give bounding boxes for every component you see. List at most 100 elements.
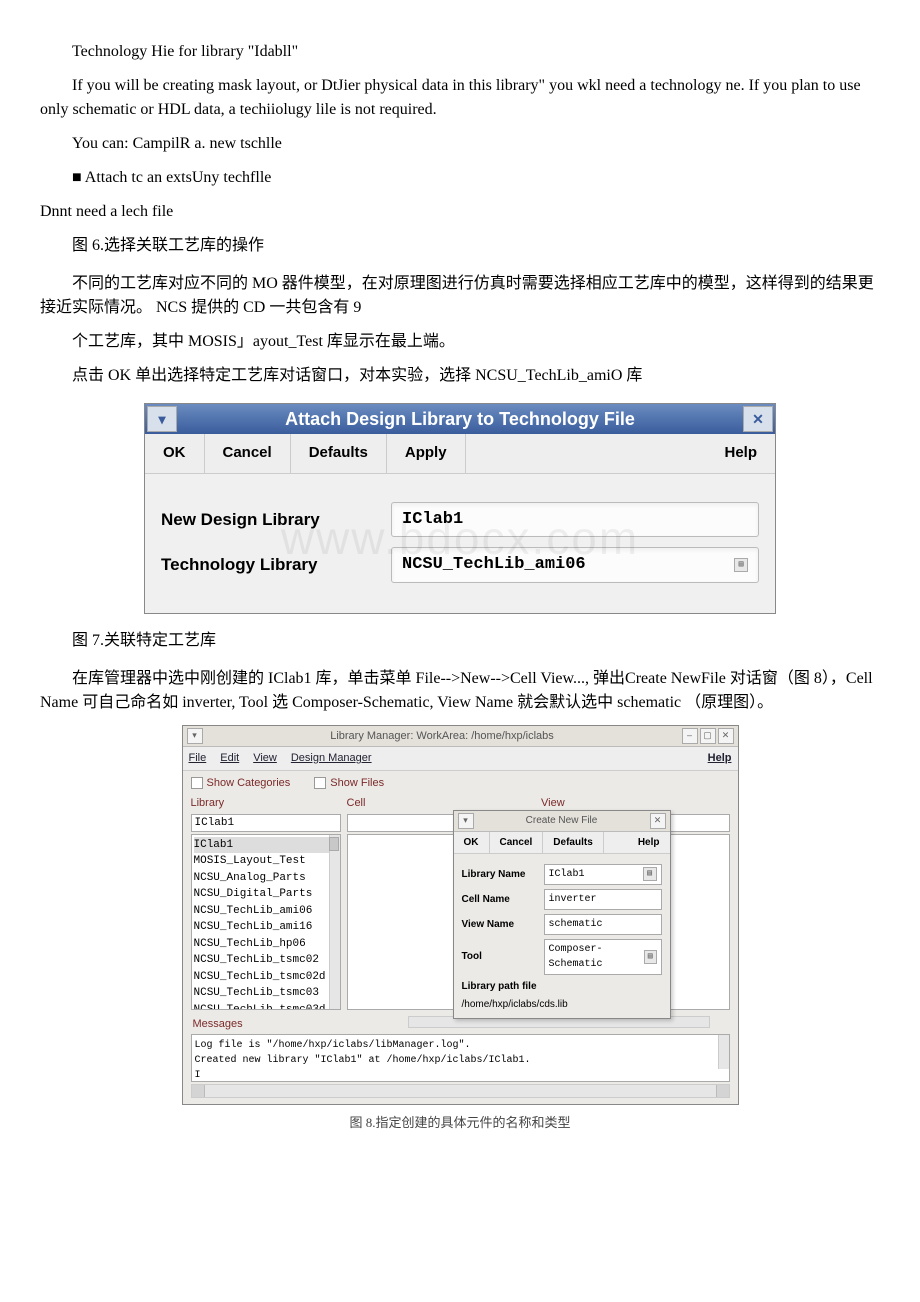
messages-box: Log file is "/home/hxp/iclabs/libManager…: [191, 1034, 730, 1082]
tool-select[interactable]: Composer-Schematic▤: [544, 939, 662, 975]
technology-library-text: NCSU_TechLib_ami06: [402, 552, 586, 578]
library-input[interactable]: [191, 814, 341, 832]
menu-help[interactable]: Help: [708, 750, 732, 767]
close-icon[interactable]: ✕: [743, 406, 773, 432]
menu-design-manager[interactable]: Design Manager: [291, 750, 372, 767]
library-pane: Library IClab1MOSIS_Layout_TestNCSU_Anal…: [191, 795, 341, 1010]
library-path-file-text: /home/hxp/iclabs/cds.lib: [462, 999, 568, 1010]
list-item[interactable]: MOSIS_Layout_Test: [194, 853, 338, 870]
show-categories-label: Show Categories: [207, 775, 291, 792]
cell-name-input[interactable]: inverter: [544, 889, 662, 910]
menu-file[interactable]: File: [189, 750, 207, 767]
library-pane-label: Library: [191, 795, 341, 812]
cell-name-text: inverter: [549, 892, 597, 907]
list-item[interactable]: NCSU_TechLib_tsmc02: [194, 952, 338, 969]
list-item[interactable]: NCSU_TechLib_tsmc02d: [194, 969, 338, 986]
minimize-icon[interactable]: –: [682, 728, 698, 744]
list-item[interactable]: IClab1: [194, 837, 338, 854]
dropdown-icon[interactable]: ▤: [643, 867, 657, 881]
para-attach: ■ Attach tc an extsUny techflle: [40, 166, 880, 190]
libmgr-title: Library Manager: WorkArea: /home/hxp/icl…: [203, 728, 682, 745]
para-explain: If you will be creating mask layout, or …: [40, 74, 880, 122]
defaults-button[interactable]: Defaults: [543, 832, 603, 853]
cnf-body: Library Name IClab1▤ Cell Name inverter …: [454, 854, 670, 1018]
library-name-text: IClab1: [549, 867, 585, 882]
library-list[interactable]: IClab1MOSIS_Layout_TestNCSU_Analog_Parts…: [191, 834, 341, 1010]
tool-text: Composer-Schematic: [549, 942, 644, 972]
dialog-titlebar: ▾ Attach Design Library to Technology Fi…: [145, 404, 775, 434]
figure8-caption: 图 8.指定创建的具体元件的名称和类型: [40, 1113, 880, 1133]
help-button[interactable]: Help: [628, 832, 670, 853]
maximize-icon[interactable]: ▢: [700, 728, 716, 744]
checkbox-icon[interactable]: [314, 777, 326, 789]
technology-library-label: Technology Library: [161, 552, 391, 578]
scrollbar-track[interactable]: [718, 1035, 729, 1069]
new-design-library-label: New Design Library: [161, 507, 391, 533]
cnf-title: Create New File: [474, 813, 650, 828]
horizontal-scrollbar[interactable]: [191, 1084, 730, 1098]
view-name-text: schematic: [549, 917, 603, 932]
create-new-file-dialog: ▾ Create New File ✕ OK Cancel Defaults H…: [453, 810, 671, 1019]
library-manager-window: ▾ Library Manager: WorkArea: /home/hxp/i…: [182, 725, 739, 1106]
list-item[interactable]: NCSU_TechLib_ami06: [194, 903, 338, 920]
libmgr-titlebar: ▾ Library Manager: WorkArea: /home/hxp/i…: [183, 726, 738, 748]
view-name-input[interactable]: schematic: [544, 914, 662, 935]
scrollbar-thumb[interactable]: [329, 837, 339, 851]
library-name-value[interactable]: IClab1 ▤: [544, 864, 662, 885]
para-clickok: 点击 OK 单出选择特定工艺库对话窗口，对本实验，选择 NCSU_TechLib…: [40, 364, 880, 388]
dialog-button-row: OK Cancel Defaults Apply Help: [145, 434, 775, 474]
new-design-library-value: IClab1: [391, 502, 759, 538]
dropdown-icon[interactable]: ▾: [187, 728, 203, 744]
dialog-body: New Design Library IClab1 Technology Lib…: [145, 474, 775, 613]
menu-view[interactable]: View: [253, 750, 277, 767]
para-explain-text: If you will be creating mask layout, or …: [40, 77, 861, 118]
para-youcan: You can: CampilR a. new tschlle: [40, 132, 880, 156]
scrollbar-track[interactable]: [329, 835, 340, 1009]
dropdown-icon[interactable]: ▤: [644, 950, 657, 964]
apply-button[interactable]: Apply: [387, 434, 466, 473]
message-line: Log file is "/home/hxp/iclabs/libManager…: [195, 1038, 726, 1053]
list-item[interactable]: NCSU_TechLib_hp06: [194, 936, 338, 953]
list-item[interactable]: NCSU_TechLib_ami16: [194, 919, 338, 936]
new-design-library-text: IClab1: [402, 507, 463, 533]
library-path-file-input[interactable]: /home/hxp/iclabs/cds.lib: [462, 997, 662, 1012]
figure6-caption: 图 6.选择关联工艺库的操作: [40, 234, 880, 258]
library-path-file-label: Library path file: [462, 979, 662, 994]
show-files-label: Show Files: [330, 775, 384, 792]
menu-edit[interactable]: Edit: [220, 750, 239, 767]
help-button[interactable]: Help: [706, 434, 775, 473]
dialog-title: Attach Design Library to Technology File: [179, 404, 741, 434]
libmgr-menubar: File Edit View Design Manager Help: [183, 747, 738, 771]
cell-name-label: Cell Name: [462, 892, 538, 907]
figure7-caption: 图 7.关联特定工艺库: [40, 629, 880, 653]
cancel-button[interactable]: Cancel: [205, 434, 291, 473]
message-line: Created new library "IClab1" at /home/hx…: [195, 1053, 726, 1068]
ok-button[interactable]: OK: [454, 832, 490, 853]
view-name-label: View Name: [462, 917, 538, 932]
library-name-label: Library Name: [462, 867, 538, 882]
list-item[interactable]: NCSU_TechLib_tsmc03d: [194, 1002, 338, 1010]
cancel-button[interactable]: Cancel: [490, 832, 544, 853]
list-item[interactable]: NCSU_TechLib_tsmc03: [194, 985, 338, 1002]
ok-button[interactable]: OK: [145, 434, 205, 473]
defaults-button[interactable]: Defaults: [291, 434, 387, 473]
cnf-button-row: OK Cancel Defaults Help: [454, 832, 670, 854]
checkbox-icon[interactable]: [191, 777, 203, 789]
dropdown-icon[interactable]: ▤: [734, 558, 748, 572]
para-dontneed: Dnnt need a lech file: [40, 200, 880, 224]
close-icon[interactable]: ✕: [650, 813, 666, 829]
cnf-titlebar: ▾ Create New File ✕: [454, 811, 670, 832]
close-icon[interactable]: ✕: [718, 728, 734, 744]
libmgr-checkboxes: Show Categories Show Files: [183, 771, 738, 796]
dropdown-icon[interactable]: ▾: [458, 813, 474, 829]
tool-label: Tool: [462, 949, 538, 964]
para-9libs: 个工艺库，其中 MOSIS」ayout_Test 库显示在最上端。: [40, 330, 880, 354]
technology-library-select[interactable]: NCSU_TechLib_ami06 ▤: [391, 547, 759, 583]
attach-library-dialog: www.bdocx.com ▾ Attach Design Library to…: [144, 403, 776, 614]
para-libmgr-steps: 在库管理器中选中刚创建的 IClab1 库，单击菜单 File-->New-->…: [40, 667, 880, 715]
para-libmodels: 不同的工艺库对应不同的 MO 器件模型，在对原理图进行仿真时需要选择相应工艺库中…: [40, 272, 880, 320]
list-item[interactable]: NCSU_Digital_Parts: [194, 886, 338, 903]
para-tech-hie: Technology Hie for library "Idabll": [40, 40, 880, 64]
dropdown-icon[interactable]: ▾: [147, 406, 177, 432]
list-item[interactable]: NCSU_Analog_Parts: [194, 870, 338, 887]
